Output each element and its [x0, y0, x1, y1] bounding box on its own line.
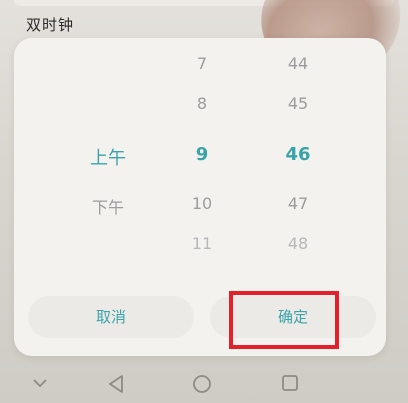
dual-clock-title: 双时钟 [26, 16, 75, 34]
system-nav-bar [0, 366, 408, 403]
confirm-button[interactable]: 确定 [210, 296, 376, 338]
time-picker[interactable]: 上午 下午 7 8 9 10 11 44 45 46 47 48 [14, 38, 386, 278]
minute-option[interactable]: 48 [248, 234, 348, 253]
hour-option[interactable]: 10 [152, 194, 252, 213]
hour-option[interactable]: 7 [152, 54, 252, 73]
dialog-button-row: 取消 确定 [14, 296, 386, 340]
hour-wheel[interactable]: 7 8 9 10 11 [152, 38, 252, 278]
minute-option[interactable]: 44 [248, 54, 348, 73]
minute-wheel[interactable]: 44 45 46 47 48 [248, 38, 348, 278]
time-picker-dialog: 上午 下午 7 8 9 10 11 44 45 46 47 48 取消 确定 [14, 38, 386, 356]
ampm-wheel[interactable]: 上午 下午 [58, 38, 158, 278]
minute-option[interactable]: 47 [248, 194, 348, 213]
minute-option[interactable]: 45 [248, 94, 348, 113]
minute-option-selected[interactable]: 46 [248, 144, 348, 165]
ampm-option[interactable]: 下午 [58, 194, 158, 218]
background-card [14, 0, 394, 6]
cancel-button[interactable]: 取消 [28, 296, 194, 338]
hour-option-selected[interactable]: 9 [152, 144, 252, 165]
ampm-option-selected[interactable]: 上午 [58, 144, 158, 170]
back-triangle-icon[interactable] [104, 374, 128, 399]
recent-square-icon[interactable] [278, 374, 302, 397]
home-circle-icon[interactable] [190, 374, 214, 399]
chevron-down-icon[interactable] [28, 374, 52, 394]
hour-option[interactable]: 11 [152, 234, 252, 253]
screen: 双时钟 上午 下午 7 8 9 10 11 44 45 46 47 48 取消 … [0, 0, 408, 403]
hour-option[interactable]: 8 [152, 94, 252, 113]
